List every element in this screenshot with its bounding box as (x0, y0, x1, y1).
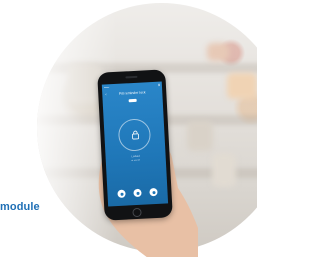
settings-button[interactable] (149, 187, 158, 197)
app-header: ‹ Pill reminder lock (102, 88, 162, 99)
action-bar (107, 187, 167, 198)
lock-button[interactable] (117, 118, 152, 152)
unlock-icon (119, 192, 124, 196)
home-button[interactable] (132, 207, 142, 218)
caption-text: module (0, 201, 40, 213)
background-object (207, 43, 229, 61)
back-arrow-icon[interactable]: ‹ (105, 90, 107, 98)
settings-icon (151, 190, 156, 194)
background-object (212, 153, 236, 187)
background-object (227, 73, 257, 99)
phone-screen: ••••• ▮ ‹ Pill reminder lock Locked •• •… (101, 81, 169, 207)
smartphone: ••••• ▮ ‹ Pill reminder lock Locked •• •… (97, 69, 173, 221)
device-indicator (128, 98, 137, 103)
unlock-button[interactable] (117, 189, 126, 198)
lock-action-button[interactable] (133, 188, 142, 198)
product-image: ••••• ▮ ‹ Pill reminder lock Locked •• •… (0, 0, 257, 257)
app-title: Pill reminder lock (118, 90, 146, 96)
speaker (125, 75, 138, 79)
lock-icon (135, 191, 140, 195)
lock-icon (132, 130, 140, 140)
